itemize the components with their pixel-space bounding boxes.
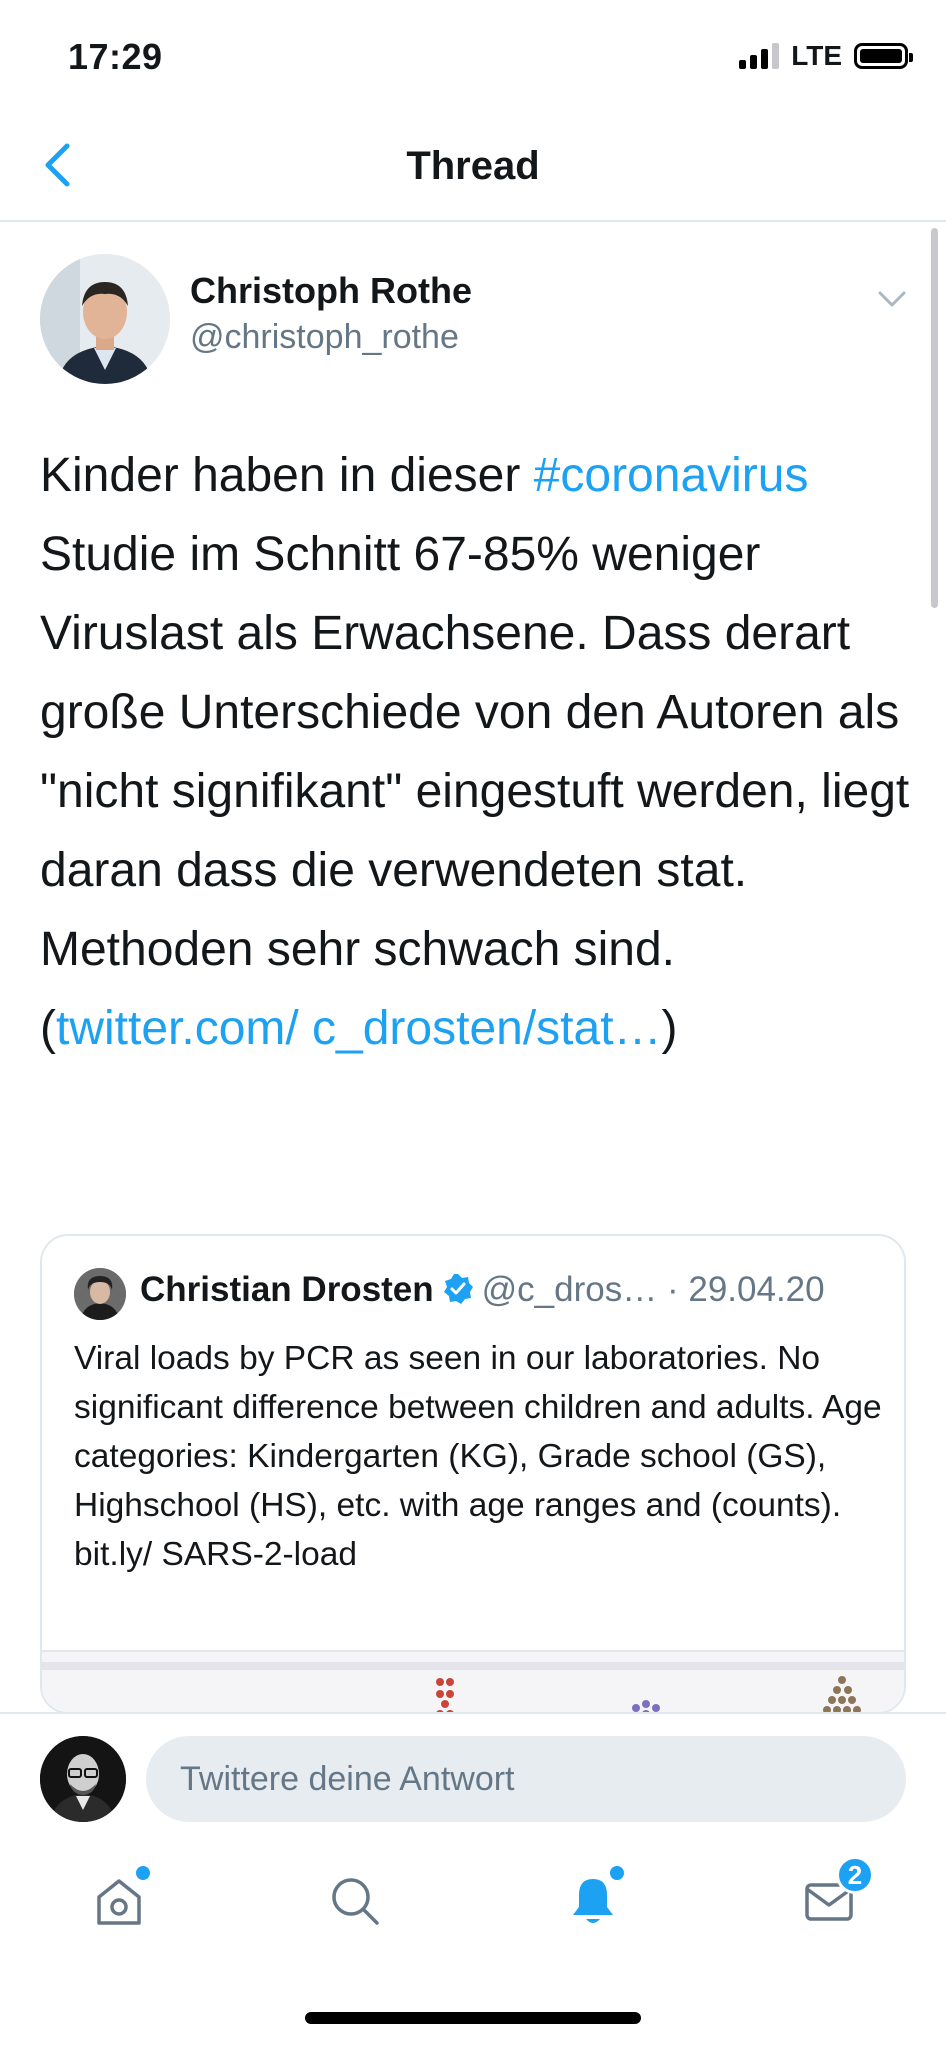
search-icon — [332, 1878, 379, 1925]
tweet-url-link[interactable]: twitter.com/ c_drosten/stat… — [56, 1002, 662, 1055]
quoted-author-avatar — [74, 1268, 126, 1320]
home-indicator[interactable] — [305, 2012, 641, 2024]
author-handle[interactable]: @christoph_rothe — [190, 318, 459, 357]
tweet-text: Kinder haben in dieser #coronavirus Stud… — [40, 436, 910, 1068]
tweet-text-segment: Kinder haben in dieser — [40, 449, 534, 502]
quoted-tweet-date: 29.04.20 — [688, 1270, 825, 1309]
status-time: 17:29 — [68, 36, 163, 77]
battery-icon — [854, 43, 913, 69]
meta-separator: · — [657, 1270, 689, 1309]
tab-notifications[interactable] — [558, 1866, 628, 1936]
tweet-text-segment: Studie im Schnitt 67-85% weniger Virusla… — [40, 528, 910, 1055]
messages-badge: 2 — [836, 1856, 874, 1894]
tab-home[interactable] — [84, 1866, 154, 1936]
scroll-indicator[interactable] — [931, 228, 938, 608]
tweet-options-button[interactable] — [872, 284, 912, 314]
home-icon — [97, 1879, 141, 1925]
user-avatar[interactable] — [40, 1736, 126, 1822]
author-name[interactable]: Christoph Rothe — [190, 270, 472, 312]
bell-icon — [573, 1879, 613, 1923]
quoted-tweet-header: Christian Drosten @c_dros… · 29.04.20 — [140, 1270, 825, 1314]
quoted-author-name: Christian Drosten — [140, 1270, 434, 1309]
chevron-down-icon — [878, 291, 906, 307]
quoted-tweet-image[interactable] — [42, 1650, 904, 1712]
page-title: Thread — [406, 144, 540, 188]
tab-messages[interactable]: 2 — [794, 1856, 874, 1936]
status-bar: 17:29 LTE — [0, 0, 946, 110]
author-avatar[interactable] — [40, 254, 170, 384]
status-indicators: LTE — [739, 40, 913, 72]
quoted-tweet-text: Viral loads by PCR as seen in our labora… — [74, 1340, 882, 1573]
tab-bar: 2 — [0, 1840, 946, 1960]
quoted-author-handle: @c_dros… — [481, 1270, 658, 1309]
signal-strength-icon — [739, 43, 780, 69]
avatar-photo — [40, 254, 170, 384]
home-notification-dot — [136, 1866, 150, 1880]
notifications-dot — [610, 1866, 624, 1880]
quoted-tweet-card[interactable]: Christian Drosten @c_dros… · 29.04.20 Vir… — [40, 1234, 906, 1714]
avatar-photo — [40, 1736, 126, 1822]
tab-search[interactable] — [320, 1866, 390, 1936]
nav-bar: Thread — [0, 110, 946, 222]
hashtag-link[interactable]: #coronavirus — [534, 449, 809, 502]
verified-badge-icon — [442, 1273, 474, 1314]
network-type: LTE — [791, 40, 842, 71]
reply-input[interactable] — [146, 1736, 906, 1822]
avatar-photo — [74, 1268, 126, 1320]
tweet-text-segment: ) — [661, 1002, 678, 1055]
chart-thumbnail — [436, 1676, 861, 1712]
reply-bar — [0, 1712, 946, 1840]
